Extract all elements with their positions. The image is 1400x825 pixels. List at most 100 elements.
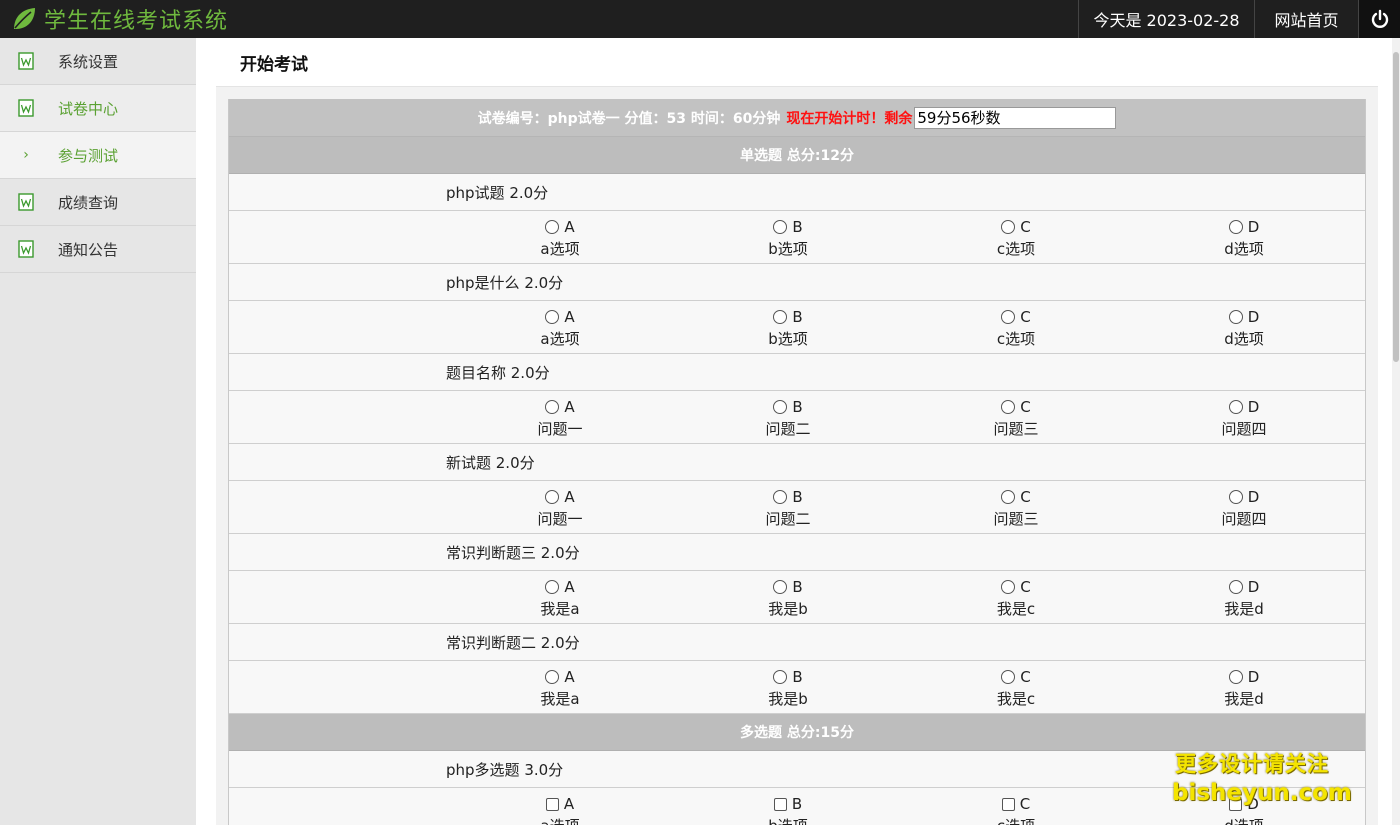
option-a[interactable]: A 我是a xyxy=(500,577,620,619)
option-a[interactable]: Aa选项 xyxy=(500,794,620,825)
question-options: Aa选项 Bb选项 Cc选项 Dd选项 xyxy=(229,301,1365,354)
home-link[interactable]: 网站首页 xyxy=(1254,0,1358,38)
question-options: A 问题一 B 问题二 C 问题三 D 问题四 xyxy=(229,391,1365,444)
radio-button[interactable] xyxy=(545,310,560,324)
radio-button[interactable] xyxy=(1228,670,1243,684)
date-display: 今天是 2023-02-28 xyxy=(1078,0,1254,38)
radio-button[interactable] xyxy=(773,670,788,684)
option-text: d选项 xyxy=(1224,240,1264,258)
option-b[interactable]: B 我是b xyxy=(728,667,848,709)
scrollbar-thumb[interactable] xyxy=(1393,52,1399,362)
option-b[interactable]: Bb选项 xyxy=(728,794,848,825)
radio-button[interactable] xyxy=(1001,490,1016,504)
sidebar-item-notices[interactable]: 通知公告 xyxy=(0,226,196,273)
option-letter: B xyxy=(792,488,803,506)
sidebar-item-exam-center[interactable]: 试卷中心 xyxy=(0,85,196,132)
timer-notice: 现在开始计时！剩余 xyxy=(786,110,913,127)
sidebar-item-settings[interactable]: 系统设置 xyxy=(0,38,196,85)
option-letter: A xyxy=(563,795,575,813)
watermark: 更多设计请关注 bisheyun.com xyxy=(1172,748,1352,806)
radio-button[interactable] xyxy=(773,400,788,414)
option-d[interactable]: D 问题四 xyxy=(1184,487,1304,529)
radio-button[interactable] xyxy=(773,220,788,234)
word-doc-icon xyxy=(18,52,34,70)
question-title: php是什么 2.0分 xyxy=(229,264,1365,301)
exam-sheet: 试卷编号：php试卷一 分值：53 时间：60分钟 现在开始计时！剩余 单选题 … xyxy=(228,99,1366,825)
option-letter: C xyxy=(1020,668,1031,686)
option-a[interactable]: A 我是a xyxy=(500,667,620,709)
option-text: 问题三 xyxy=(993,420,1039,438)
sidebar-item-label: 通知公告 xyxy=(58,240,119,259)
question-title: 常识判断题二 2.0分 xyxy=(229,624,1365,661)
option-a[interactable]: A 问题一 xyxy=(500,487,620,529)
option-text: 问题一 xyxy=(537,420,583,438)
radio-button[interactable] xyxy=(1228,310,1243,324)
page-scrollbar[interactable] xyxy=(1392,38,1400,825)
main-content: 开始考试 试卷编号：php试卷一 分值：53 时间：60分钟 现在开始计时！剩余… xyxy=(196,38,1400,825)
option-c[interactable]: Cc选项 xyxy=(956,217,1076,259)
question-options: A 问题一 B 问题二 C 问题三 D 问题四 xyxy=(229,481,1365,534)
option-d[interactable]: Dd选项 xyxy=(1184,307,1304,349)
radio-button[interactable] xyxy=(1228,580,1243,594)
option-b[interactable]: B 问题二 xyxy=(728,487,848,529)
option-text: 我是d xyxy=(1224,690,1264,708)
option-c[interactable]: C 问题三 xyxy=(956,487,1076,529)
option-letter: C xyxy=(1020,398,1031,416)
option-text: 我是a xyxy=(540,690,580,708)
radio-button[interactable] xyxy=(545,580,560,594)
option-text: a选项 xyxy=(540,240,580,258)
radio-button[interactable] xyxy=(1001,220,1016,234)
option-letter: D xyxy=(1247,308,1260,326)
option-letter: D xyxy=(1247,398,1260,416)
option-c[interactable]: C 我是c xyxy=(956,667,1076,709)
radio-button[interactable] xyxy=(773,310,788,324)
option-b[interactable]: B 我是b xyxy=(728,577,848,619)
option-c[interactable]: Cc选项 xyxy=(956,307,1076,349)
option-c[interactable]: C 我是c xyxy=(956,577,1076,619)
timer-input[interactable] xyxy=(914,106,1117,129)
option-d[interactable]: D 问题四 xyxy=(1184,397,1304,439)
radio-button[interactable] xyxy=(1228,400,1243,414)
radio-button[interactable] xyxy=(1228,220,1243,234)
option-d[interactable]: Dd选项 xyxy=(1184,217,1304,259)
radio-button[interactable] xyxy=(1001,400,1016,414)
sidebar-item-label: 参与测试 xyxy=(58,146,119,165)
brand[interactable]: 学生在线考试系统 xyxy=(10,0,228,38)
radio-button[interactable] xyxy=(773,580,788,594)
checkbox[interactable] xyxy=(545,797,559,811)
option-b[interactable]: B 问题二 xyxy=(728,397,848,439)
exam-info-text: 试卷编号：php试卷一 分值：53 时间：60分钟 xyxy=(477,110,781,127)
radio-button[interactable] xyxy=(545,490,560,504)
radio-button[interactable] xyxy=(545,670,560,684)
option-b[interactable]: Bb选项 xyxy=(728,217,848,259)
option-letter: A xyxy=(564,218,575,236)
sidebar-item-label: 成绩查询 xyxy=(58,193,119,212)
radio-button[interactable] xyxy=(1228,490,1243,504)
sidebar-item-take-test[interactable]: › 参与测试 xyxy=(0,132,196,179)
radio-button[interactable] xyxy=(545,400,560,414)
question-options: A 我是a B 我是b C 我是c D 我是d xyxy=(229,571,1365,624)
option-text: 问题二 xyxy=(765,420,811,438)
option-a[interactable]: A 问题一 xyxy=(500,397,620,439)
option-letter: C xyxy=(1020,218,1031,236)
option-b[interactable]: Bb选项 xyxy=(728,307,848,349)
option-letter: B xyxy=(792,398,803,416)
radio-button[interactable] xyxy=(1001,310,1016,324)
checkbox[interactable] xyxy=(1001,797,1015,811)
option-d[interactable]: D 我是d xyxy=(1184,667,1304,709)
logout-button[interactable] xyxy=(1358,0,1400,38)
radio-button[interactable] xyxy=(545,220,560,234)
option-a[interactable]: Aa选项 xyxy=(500,217,620,259)
radio-button[interactable] xyxy=(1001,580,1016,594)
radio-button[interactable] xyxy=(773,490,788,504)
radio-button[interactable] xyxy=(1001,670,1016,684)
option-d[interactable]: D 我是d xyxy=(1184,577,1304,619)
checkbox[interactable] xyxy=(773,797,787,811)
option-a[interactable]: Aa选项 xyxy=(500,307,620,349)
question-title: 常识判断题三 2.0分 xyxy=(229,534,1365,571)
sidebar-item-label: 试卷中心 xyxy=(58,99,119,118)
sidebar-item-scores[interactable]: 成绩查询 xyxy=(0,179,196,226)
option-letter: C xyxy=(1020,488,1031,506)
option-c[interactable]: C 问题三 xyxy=(956,397,1076,439)
option-c[interactable]: Cc选项 xyxy=(956,794,1076,825)
